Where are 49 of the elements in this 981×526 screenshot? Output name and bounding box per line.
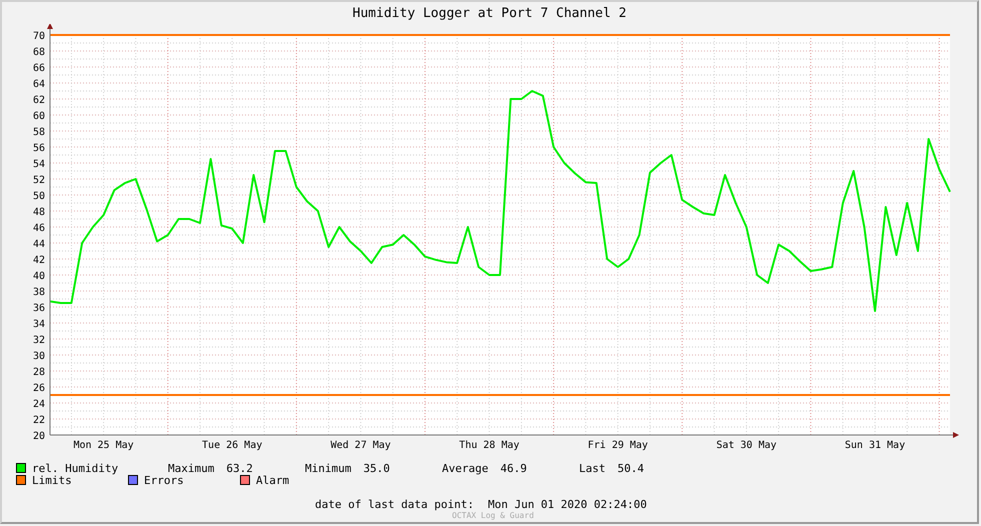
legend-label: rel. Humidity (32, 462, 118, 474)
stat-value: 50.4 (618, 462, 644, 474)
axis-label: 54 (32, 159, 45, 170)
axis-label: Wed 27 May (330, 440, 391, 451)
axis-label: 66 (32, 63, 45, 74)
axis-label: 46 (32, 223, 45, 234)
stat-label: Average (442, 462, 488, 474)
axis-label: 32 (32, 335, 45, 346)
axis-label: 70 (32, 31, 45, 42)
axis-label: 62 (32, 95, 45, 106)
axis-label: 28 (32, 367, 45, 378)
axis-label: 38 (32, 287, 45, 298)
axis-label: 50 (32, 191, 45, 202)
stat-label: Last (579, 462, 606, 474)
axis-label: 40 (32, 271, 45, 282)
stat-value: 46.9 (500, 462, 527, 474)
axis-label: 22 (32, 415, 45, 426)
stat-label: Minimum (305, 462, 352, 474)
axis-label: 52 (32, 175, 45, 186)
axis-label: Mon 25 May (73, 440, 134, 451)
axis-label: 42 (32, 255, 45, 266)
chart-title: Humidity Logger at Port 7 Channel 2 (352, 5, 628, 23)
axis-label: 24 (32, 399, 45, 410)
axis-label: Sat 30 May (716, 440, 777, 451)
stat-value: 35.0 (363, 462, 390, 474)
axis-label: 30 (32, 351, 45, 362)
legend-label: Errors (144, 474, 184, 486)
axis-label: 60 (32, 111, 45, 122)
axis-label: 56 (32, 143, 45, 154)
last-data-point-value: Mon Jun 01 2020 02:24:00 (488, 498, 647, 511)
credit-text: OCTAX Log & Guard (451, 511, 535, 520)
axis-label: 20 (32, 431, 45, 442)
axis-label: 36 (32, 303, 45, 314)
axis-label: Fri 29 May (588, 440, 648, 451)
axis-label: 48 (32, 207, 45, 218)
stat-label: Maximum (168, 462, 214, 474)
last-data-point-label: date of last data point: (315, 498, 474, 511)
legend-label: Alarm (256, 474, 290, 486)
axis-label: 58 (32, 127, 45, 138)
axis-label: 34 (32, 319, 45, 330)
axis-label: 68 (32, 47, 45, 58)
legend-label: Limits (32, 474, 72, 486)
axis-label: 64 (32, 79, 45, 90)
axis-label: Tue 26 May (202, 440, 262, 451)
axis-label: 26 (32, 383, 45, 394)
axis-label: Sun 31 May (844, 440, 906, 451)
axis-label: Thu 28 May (459, 440, 520, 451)
axis-label: 44 (32, 239, 45, 250)
stat-value: 63.2 (226, 462, 253, 474)
